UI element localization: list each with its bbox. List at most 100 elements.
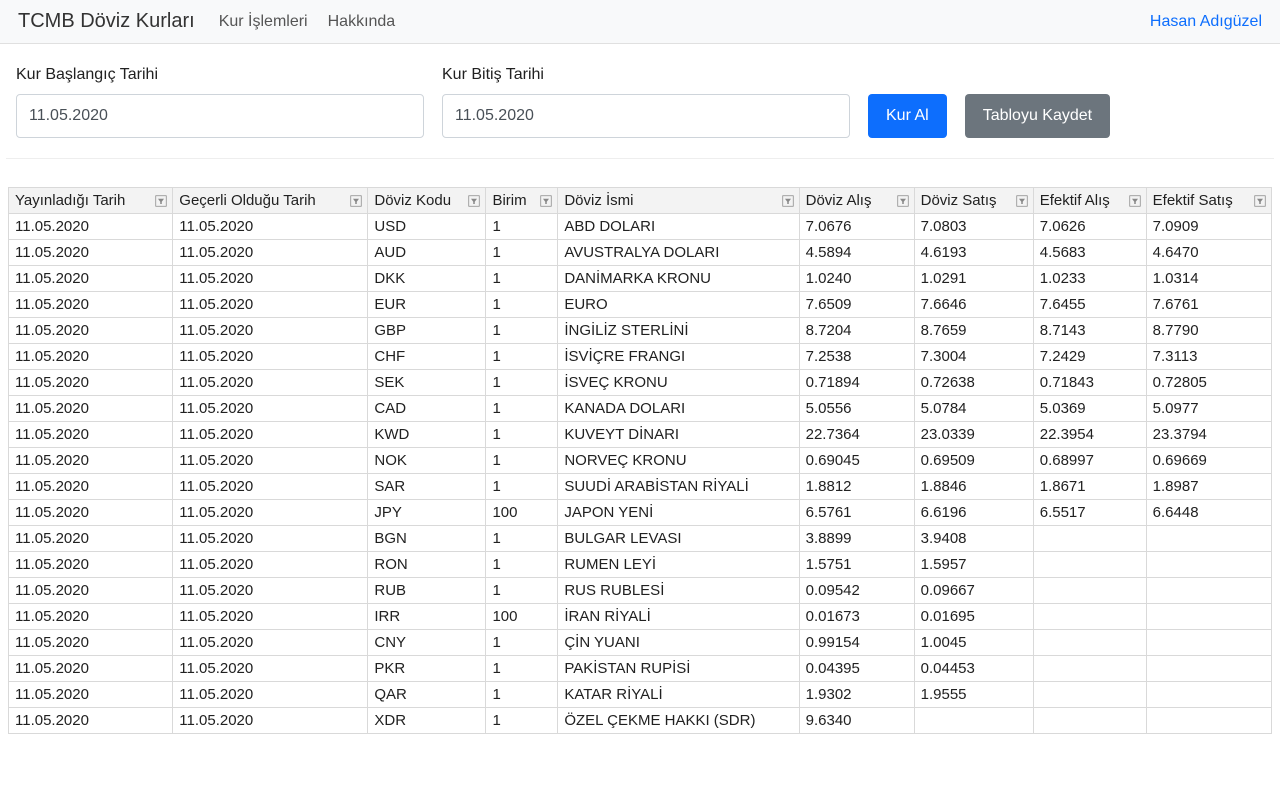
filter-icon[interactable] [539,194,553,208]
cell-name: ÇİN YUANI [558,630,799,656]
column-header[interactable]: Yayınladığı Tarih [9,188,173,214]
cell-code: SEK [368,370,486,396]
table-row[interactable]: 11.05.202011.05.2020QAR1KATAR RİYALİ1.93… [9,682,1272,708]
cell-eb: 5.0369 [1033,396,1146,422]
table-header-row: Yayınladığı TarihGeçerli Olduğu TarihDöv… [9,188,1272,214]
table-row[interactable]: 11.05.202011.05.2020CNY1ÇİN YUANI0.99154… [9,630,1272,656]
cell-es [1146,578,1271,604]
filter-icon[interactable] [349,194,363,208]
table-row[interactable]: 11.05.202011.05.2020RUB1RUS RUBLESİ0.095… [9,578,1272,604]
end-date-input[interactable] [442,94,850,138]
table-row[interactable]: 11.05.202011.05.2020AUD1AVUSTRALYA DOLAR… [9,240,1272,266]
column-header[interactable]: Döviz Satış [914,188,1033,214]
cell-pub: 11.05.2020 [9,552,173,578]
cell-code: RON [368,552,486,578]
table-row[interactable]: 11.05.202011.05.2020NOK1NORVEÇ KRONU0.69… [9,448,1272,474]
cell-eb: 1.8671 [1033,474,1146,500]
nav-link-about[interactable]: Hakkında [328,13,396,31]
cell-unit: 1 [486,318,558,344]
cell-eb: 0.71843 [1033,370,1146,396]
start-date-input[interactable] [16,94,424,138]
cell-code: GBP [368,318,486,344]
column-header[interactable]: Birim [486,188,558,214]
cell-unit: 1 [486,370,558,396]
filter-icon[interactable] [467,194,481,208]
column-header[interactable]: Efektif Alış [1033,188,1146,214]
navbar-brand[interactable]: TCMB Döviz Kurları [18,10,195,33]
filter-start-group: Kur Başlangıç Tarihi [16,66,424,138]
cell-valid: 11.05.2020 [173,474,368,500]
cell-name: PAKİSTAN RUPİSİ [558,656,799,682]
cell-name: İRAN RİYALİ [558,604,799,630]
filter-icon[interactable] [1015,194,1029,208]
table-row[interactable]: 11.05.202011.05.2020CAD1KANADA DOLARI5.0… [9,396,1272,422]
cell-code: AUD [368,240,486,266]
filter-icon[interactable] [1128,194,1142,208]
table-row[interactable]: 11.05.202011.05.2020PKR1PAKİSTAN RUPİSİ0… [9,656,1272,682]
column-header-label: Yayınladığı Tarih [15,192,125,209]
table-row[interactable]: 11.05.202011.05.2020SAR1SUUDİ ARABİSTAN … [9,474,1272,500]
cell-name: DANİMARKA KRONU [558,266,799,292]
column-header[interactable]: Efektif Satış [1146,188,1271,214]
column-header-label: Efektif Satış [1153,192,1233,209]
table-row[interactable]: 11.05.202011.05.2020BGN1BULGAR LEVASI3.8… [9,526,1272,552]
table-row[interactable]: 11.05.202011.05.2020CHF1İSVİÇRE FRANGI7.… [9,344,1272,370]
cell-es [1146,682,1271,708]
cell-name: İNGİLİZ STERLİNİ [558,318,799,344]
table-row[interactable]: 11.05.202011.05.2020JPY100JAPON YENİ6.57… [9,500,1272,526]
cell-fs: 1.8846 [914,474,1033,500]
cell-es [1146,526,1271,552]
table-row[interactable]: 11.05.202011.05.2020KWD1KUVEYT DİNARI22.… [9,422,1272,448]
table-row[interactable]: 11.05.202011.05.2020EUR1EURO7.65097.6646… [9,292,1272,318]
cell-pub: 11.05.2020 [9,682,173,708]
column-header[interactable]: Döviz İsmi [558,188,799,214]
table-row[interactable]: 11.05.202011.05.2020USD1ABD DOLARI7.0676… [9,214,1272,240]
cell-unit: 1 [486,682,558,708]
column-header[interactable]: Geçerli Olduğu Tarih [173,188,368,214]
cell-eb: 8.7143 [1033,318,1146,344]
rates-table: Yayınladığı TarihGeçerli Olduğu TarihDöv… [8,187,1272,734]
table-row[interactable]: 11.05.202011.05.2020RON1RUMEN LEYİ1.5751… [9,552,1272,578]
table-row[interactable]: 11.05.202011.05.2020GBP1İNGİLİZ STERLİNİ… [9,318,1272,344]
cell-unit: 1 [486,344,558,370]
filter-icon[interactable] [1253,194,1267,208]
filter-icon[interactable] [781,194,795,208]
cell-fs: 1.0291 [914,266,1033,292]
table-row[interactable]: 11.05.202011.05.2020DKK1DANİMARKA KRONU1… [9,266,1272,292]
column-header-label: Döviz Alış [806,192,872,209]
column-header-label: Birim [492,192,526,209]
cell-eb: 7.0626 [1033,214,1146,240]
cell-eb [1033,552,1146,578]
column-header[interactable]: Döviz Alış [799,188,914,214]
table-row[interactable]: 11.05.202011.05.2020XDR1ÖZEL ÇEKME HAKKI… [9,708,1272,734]
fetch-rates-button[interactable]: Kur Al [868,94,947,138]
cell-pub: 11.05.2020 [9,214,173,240]
cell-name: AVUSTRALYA DOLARI [558,240,799,266]
cell-fb: 1.9302 [799,682,914,708]
cell-es: 4.6470 [1146,240,1271,266]
nav-link-operations[interactable]: Kur İşlemleri [219,13,308,31]
cell-fs: 1.9555 [914,682,1033,708]
cell-es: 8.7790 [1146,318,1271,344]
filter-icon[interactable] [896,194,910,208]
filters-panel: Kur Başlangıç Tarihi Kur Bitiş Tarihi Ku… [6,44,1274,159]
cell-pub: 11.05.2020 [9,344,173,370]
save-table-button[interactable]: Tabloyu Kaydet [965,94,1110,138]
table-row[interactable]: 11.05.202011.05.2020IRR100İRAN RİYALİ0.0… [9,604,1272,630]
cell-name: NORVEÇ KRONU [558,448,799,474]
column-header[interactable]: Döviz Kodu [368,188,486,214]
cell-unit: 1 [486,708,558,734]
cell-fs: 0.09667 [914,578,1033,604]
cell-code: RUB [368,578,486,604]
filter-icon[interactable] [154,194,168,208]
nav-user[interactable]: Hasan Adıgüzel [1150,13,1262,31]
cell-unit: 1 [486,630,558,656]
cell-valid: 11.05.2020 [173,630,368,656]
cell-code: JPY [368,500,486,526]
table-row[interactable]: 11.05.202011.05.2020SEK1İSVEÇ KRONU0.718… [9,370,1272,396]
cell-unit: 1 [486,240,558,266]
cell-fs: 5.0784 [914,396,1033,422]
cell-eb: 7.6455 [1033,292,1146,318]
cell-name: İSVEÇ KRONU [558,370,799,396]
cell-code: QAR [368,682,486,708]
